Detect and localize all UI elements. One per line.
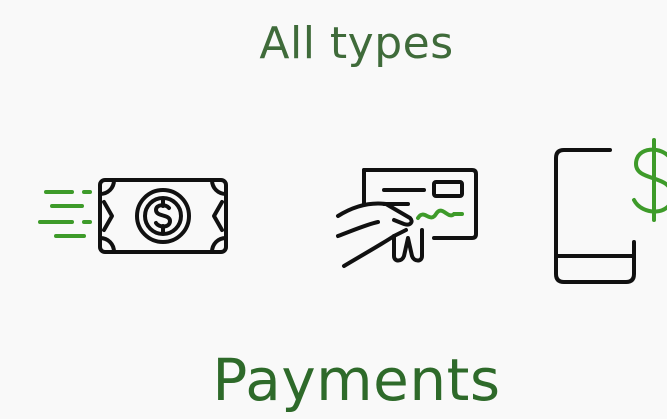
category-subtitle: All types <box>259 18 454 69</box>
payments-title: Payments <box>212 346 501 414</box>
mobile-payment-icon <box>552 138 667 288</box>
check-payment-icon <box>334 160 484 272</box>
cash-payment-icon <box>38 172 233 258</box>
payments-panel: All types Payments <box>0 0 667 419</box>
